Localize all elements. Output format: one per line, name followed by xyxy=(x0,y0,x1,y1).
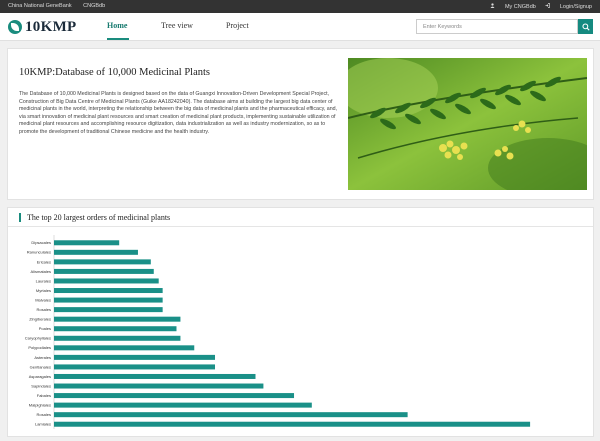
search-button[interactable] xyxy=(578,19,593,34)
login-icon xyxy=(545,3,551,8)
medicinal-plant-photo xyxy=(348,58,587,190)
y-tick-label: Myrtales xyxy=(36,288,51,293)
bar[interactable] xyxy=(54,307,163,313)
chart-card: The top 20 largest orders of medicinal p… xyxy=(7,207,594,437)
bar[interactable] xyxy=(54,393,295,399)
y-tick-label: Rosales xyxy=(37,307,51,312)
top-bar-right: My CNGBdb Login/Signup xyxy=(482,3,592,10)
search-icon xyxy=(581,22,590,31)
top-bar-left: China National GeneBank CNGBdb xyxy=(8,3,115,9)
bar[interactable] xyxy=(54,383,264,389)
nav-project[interactable]: Project xyxy=(226,21,249,30)
my-cngbdb-label: My CNGBdb xyxy=(504,4,536,10)
y-tick-label: Ranunculales xyxy=(27,250,51,255)
y-tick-label: Malpighiales xyxy=(29,403,51,408)
y-tick-label: Rosales xyxy=(37,412,51,417)
bar[interactable] xyxy=(54,297,163,303)
bar[interactable] xyxy=(54,278,159,284)
bar[interactable] xyxy=(54,373,256,379)
nav-home[interactable]: Home xyxy=(107,21,127,30)
y-tick-label: Lamiales xyxy=(35,422,51,427)
login-signup-link[interactable]: Login/Signup xyxy=(545,3,592,10)
link-china-national-genebank[interactable]: China National GeneBank xyxy=(8,3,72,9)
login-signup-label: Login/Signup xyxy=(559,4,592,10)
bar[interactable] xyxy=(54,316,181,322)
bar[interactable] xyxy=(54,268,154,274)
bar[interactable] xyxy=(54,326,177,332)
y-tick-label: Asterales xyxy=(34,355,51,360)
brand-logo[interactable]: 10KMP xyxy=(8,18,77,36)
brand-name: 10KMP xyxy=(25,18,77,35)
y-tick-label: Sapindales xyxy=(31,383,51,388)
y-tick-label: Caryophyllales xyxy=(25,336,51,341)
y-tick-label: Asparagales xyxy=(29,374,51,379)
intro-card: 10KMP:Database of 10,000 Medicinal Plant… xyxy=(7,48,594,200)
bar[interactable] xyxy=(54,335,181,341)
active-nav-indicator xyxy=(107,38,129,40)
bar[interactable] xyxy=(54,412,408,418)
user-icon xyxy=(490,3,495,8)
y-tick-label: Fabales xyxy=(37,393,51,398)
orders-bar-chart: Dipsacales Ranunculales Ericales Alismatale… xyxy=(25,235,531,429)
bar[interactable] xyxy=(54,249,138,255)
my-cngbdb-link[interactable]: My CNGBdb xyxy=(490,3,537,10)
y-tick-label: Laurales xyxy=(36,278,51,283)
y-tick-label: Alismatales xyxy=(31,269,51,274)
bar[interactable] xyxy=(54,354,216,360)
intro-title: 10KMP:Database of 10,000 Medicinal Plant… xyxy=(19,67,211,78)
bar[interactable] xyxy=(54,364,216,370)
search-input[interactable]: Enter Keywords xyxy=(416,19,578,34)
top-bar: China National GeneBank CNGBdb My CNGBdb… xyxy=(0,0,600,13)
y-tick-label: Gentianales xyxy=(30,364,51,369)
link-cngbdb[interactable]: CNGBdb xyxy=(83,3,105,9)
y-tick-label: Dipsacales xyxy=(31,240,51,245)
y-tick-label: Poales xyxy=(39,326,51,331)
leaf-logo-icon xyxy=(8,20,22,34)
y-tick-label: Malvales xyxy=(35,297,51,302)
bar[interactable] xyxy=(54,421,531,427)
bar[interactable] xyxy=(54,345,195,351)
y-tick-label: Polypodiales xyxy=(28,345,51,350)
bar[interactable] xyxy=(54,259,151,265)
bar[interactable] xyxy=(54,240,120,246)
nav-tree-view[interactable]: Tree view xyxy=(161,21,193,30)
intro-description: The Database of 10,000 Medicinal Plants … xyxy=(19,91,338,135)
y-tick-label: Zingiberales xyxy=(29,317,51,322)
bar[interactable] xyxy=(54,288,163,294)
y-tick-label: Ericales xyxy=(37,259,51,264)
bar[interactable] xyxy=(54,402,312,408)
